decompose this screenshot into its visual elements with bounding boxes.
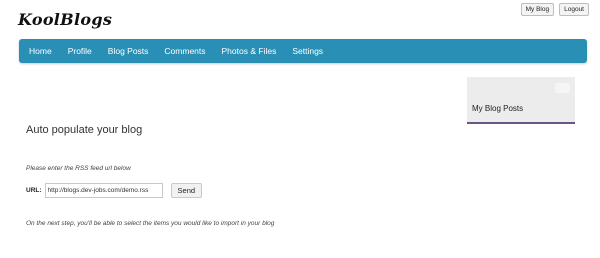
nav-item-photos-files[interactable]: Photos & Files xyxy=(222,46,277,56)
url-label: URL: xyxy=(26,186,42,194)
next-step-note: On the next step, you'll be able to sele… xyxy=(26,220,275,227)
nav-item-home[interactable]: Home xyxy=(29,46,52,56)
logout-button[interactable]: Logout xyxy=(559,3,589,16)
send-button[interactable]: Send xyxy=(170,182,203,198)
nav-item-profile[interactable]: Profile xyxy=(68,46,92,56)
rss-url-input[interactable] xyxy=(44,182,163,198)
main-navigation: Home Profile Blog Posts Comments Photos … xyxy=(19,39,587,63)
nav-item-comments[interactable]: Comments xyxy=(164,46,205,56)
nav-item-settings[interactable]: Settings xyxy=(292,46,323,56)
my-blog-posts-widget: My Blog Posts xyxy=(467,77,575,124)
widget-title[interactable]: My Blog Posts xyxy=(472,104,523,113)
url-form: URL: Send xyxy=(26,182,203,198)
my-blog-button[interactable]: My Blog xyxy=(520,3,555,16)
site-logo[interactable]: KoolBlogs xyxy=(18,10,112,29)
rss-icon xyxy=(555,83,570,93)
instruction-text: Please enter the RSS feed url below xyxy=(26,165,131,172)
page-title: Auto populate your blog xyxy=(26,124,143,136)
nav-item-blog-posts[interactable]: Blog Posts xyxy=(108,46,149,56)
top-links: My Blog Logout xyxy=(520,3,589,16)
